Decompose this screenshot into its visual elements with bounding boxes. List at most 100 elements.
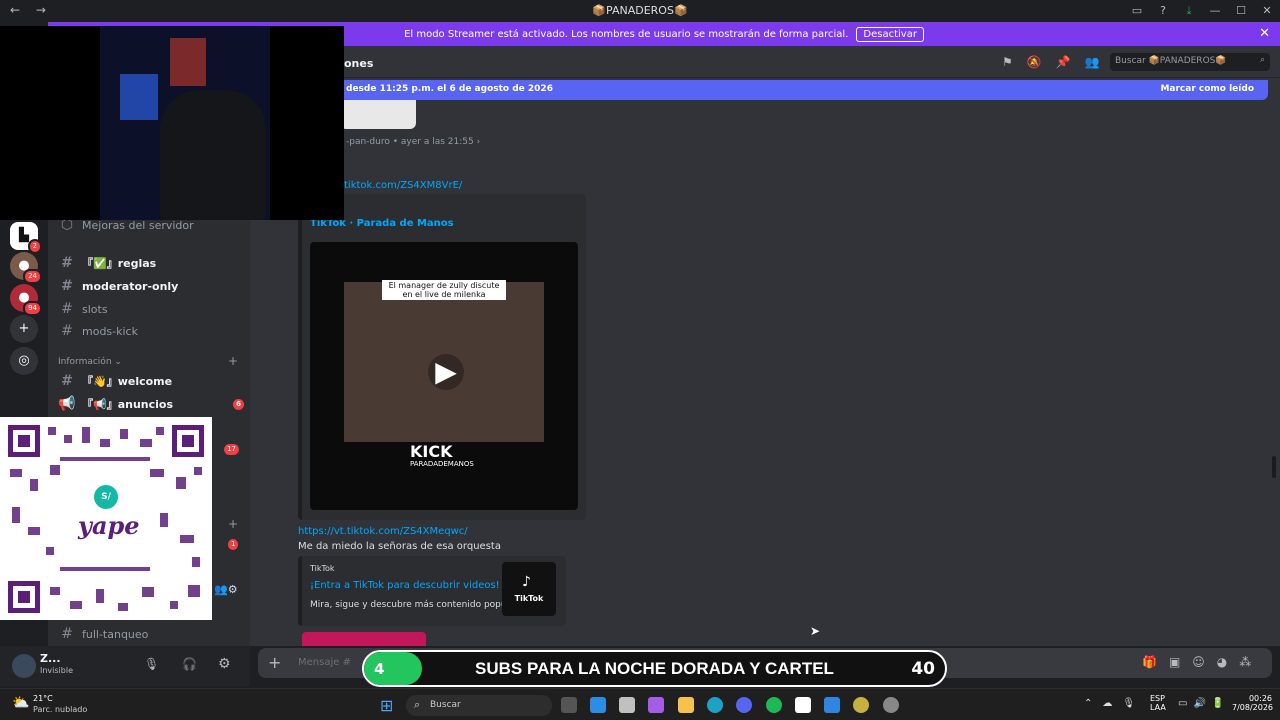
channel-full-tanqueo[interactable]: # full-tanqueo [58, 624, 244, 644]
channel-welcome[interactable]: # 『👋』welcome [58, 371, 244, 391]
microphone-icon[interactable]: 🎙 [144, 657, 159, 671]
embed-title[interactable]: ¡Entra a TikTok para descubrir videos! [310, 580, 500, 591]
download-icon[interactable]: ⤓ [1176, 0, 1202, 21]
mark-read-button[interactable]: Marcar como leído [1160, 84, 1254, 94]
boost-label: Mejoras del servidor [82, 218, 194, 232]
user-status: Invisible [40, 666, 73, 675]
add-channel-icon[interactable]: + [228, 517, 238, 531]
channel-name: ones [344, 57, 374, 70]
weather-desc: Parc. nublado [33, 705, 88, 714]
taskbar-search[interactable]: ⌕ Buscar [406, 695, 552, 716]
invite-settings-icons[interactable]: 👥⚙ [214, 583, 238, 596]
hash-icon: # [61, 278, 73, 294]
server-badge: 94 [23, 301, 42, 316]
new-messages-text: desde 11:25 p.m. el 6 de agosto de 2026 [346, 84, 553, 94]
weather-temp: 21°C [33, 694, 53, 703]
composer-placeholder: Mensaje # [298, 657, 351, 668]
tiktok-embed: TikTok · Parada de Manos El manager de z… [298, 194, 586, 520]
spotify-icon[interactable] [766, 697, 782, 713]
server-avatar[interactable]: ● 24 [10, 252, 42, 284]
tiktok-icon: ♪ [522, 574, 531, 590]
channel-reglas[interactable]: # 『✅』reglas [58, 253, 244, 273]
task-view-icon[interactable] [561, 697, 577, 713]
maximize-icon[interactable]: ☐ [1228, 0, 1254, 21]
discord-icon[interactable] [736, 697, 752, 713]
username: Z... [40, 652, 61, 665]
channel-label: 『📢』anuncios [82, 398, 174, 411]
video-caption: El manager de zully discute en el live d… [382, 280, 506, 300]
windows-taskbar: ⛅ 21°C Parc. nublado ⊞ ⌕ Buscar ⌃☁🎙 ESP LA… [0, 688, 1280, 720]
category-label: Información [58, 357, 112, 367]
message-text: Me da miedo la señoras de esa orquesta [298, 541, 501, 552]
help-icon[interactable]: ? [1150, 0, 1176, 21]
clock[interactable]: 00:26 7/08/2026 [1232, 694, 1274, 712]
channel-mods-kick[interactable]: # mods-kick [58, 321, 244, 341]
file-explorer-icon[interactable] [678, 697, 694, 713]
tiktok-thumbnail: ♪ TikTok [502, 562, 556, 616]
message-link-1[interactable]: tiktok.com/ZS4XM8VrE/ [344, 180, 462, 191]
new-messages-bar[interactable]: desde 11:25 p.m. el 6 de agosto de 2026 … [340, 80, 1268, 100]
settings-gear-icon[interactable]: ⚙ [218, 656, 231, 672]
channel-label: 『👋』welcome [82, 375, 173, 388]
close-window-icon[interactable]: ✕ [1254, 0, 1280, 21]
message-time: ayer a las 21:55 [400, 137, 474, 147]
hash-icon: # [61, 323, 73, 339]
copilot-icon[interactable] [648, 697, 664, 713]
category-informacion[interactable]: Información ⌄ [58, 357, 122, 367]
weather-icon[interactable]: ⛅ [12, 695, 29, 711]
play-icon[interactable]: ▶ [428, 354, 464, 390]
app-icon[interactable] [883, 697, 899, 713]
channel-slots[interactable]: # slots [58, 299, 244, 319]
previous-image-attachment[interactable] [340, 100, 416, 129]
add-server-icon[interactable]: + [10, 315, 38, 343]
server-avatar[interactable]: ● 94 [10, 284, 42, 316]
hash-icon: # [61, 626, 73, 642]
avatar[interactable] [12, 654, 36, 678]
start-icon[interactable]: ⊞ [380, 696, 393, 715]
server-icon[interactable]: ▙ 2 [10, 222, 42, 254]
webcam-overlay [0, 26, 344, 220]
video-handle: PARADADEMANOS [410, 460, 474, 468]
hash-icon: # [61, 373, 73, 389]
yape-logo-badge: S/ [94, 485, 118, 509]
app-icon[interactable] [824, 697, 840, 713]
channel-header: ones ⚑🔕📌👥 Buscar 📦PANADEROS📦 ⌕ [250, 46, 1280, 78]
edge-icon[interactable] [707, 697, 723, 713]
message-link-2[interactable]: https://vt.tiktok.com/ZS4XMeqwc/ [298, 526, 468, 537]
streamer-silhouette [160, 90, 266, 220]
video-brand: KICK [410, 442, 453, 461]
video-thumbnail[interactable]: El manager de zully discute en el live d… [310, 242, 578, 510]
user-panel: Z... Invisible 🎙 🎧 ⚙ [0, 646, 250, 686]
channel-badge: 6 [233, 398, 244, 410]
inbox-icon[interactable]: ▭ [1124, 0, 1150, 21]
minimize-icon[interactable]: — [1202, 0, 1228, 21]
app-icon[interactable] [590, 697, 606, 713]
header-toolbar-icons[interactable]: ⚑🔕📌👥 [1002, 55, 1114, 69]
close-banner-icon[interactable]: ✕ [1259, 26, 1270, 41]
channel-moderator-only[interactable]: # moderator-only [58, 276, 244, 296]
explore-icon[interactable]: ◎ [10, 347, 38, 375]
tray-icons[interactable]: ⌃☁🎙 [1084, 698, 1145, 709]
app-icon[interactable] [795, 697, 811, 713]
composer-toolbar-icons[interactable]: 🎁▣☺◕⁂ [1142, 655, 1263, 669]
channel-label: full-tanqueo [82, 627, 149, 641]
poster-image [120, 74, 158, 120]
headphones-icon[interactable]: 🎧 [182, 657, 197, 671]
search-icon: ⌕ [1259, 55, 1265, 65]
message-author: -pan-duro [346, 137, 390, 147]
channel-label: 『✅』reglas [82, 257, 157, 270]
app-icon[interactable] [853, 697, 869, 713]
hash-icon: # [61, 255, 73, 271]
deactivate-button[interactable]: Desactivar [856, 27, 924, 42]
add-channel-icon[interactable]: + [228, 354, 238, 368]
attach-plus-icon[interactable]: + [268, 653, 281, 672]
image-attachment[interactable] [302, 632, 426, 646]
channel-anuncios[interactable]: 📢 『📢』anuncios 6 [58, 394, 244, 414]
search-input[interactable]: Buscar 📦PANADEROS📦 ⌕ [1110, 53, 1270, 71]
thumb-label: TikTok [514, 594, 544, 603]
app-icon[interactable] [619, 697, 635, 713]
scrollbar-thumb[interactable] [1272, 456, 1276, 478]
system-tray-icons[interactable]: ▭🔊🔋 [1178, 698, 1230, 709]
language-indicator[interactable]: ESP LAA [1150, 694, 1166, 712]
clock-date: 7/08/2026 [1232, 703, 1274, 712]
